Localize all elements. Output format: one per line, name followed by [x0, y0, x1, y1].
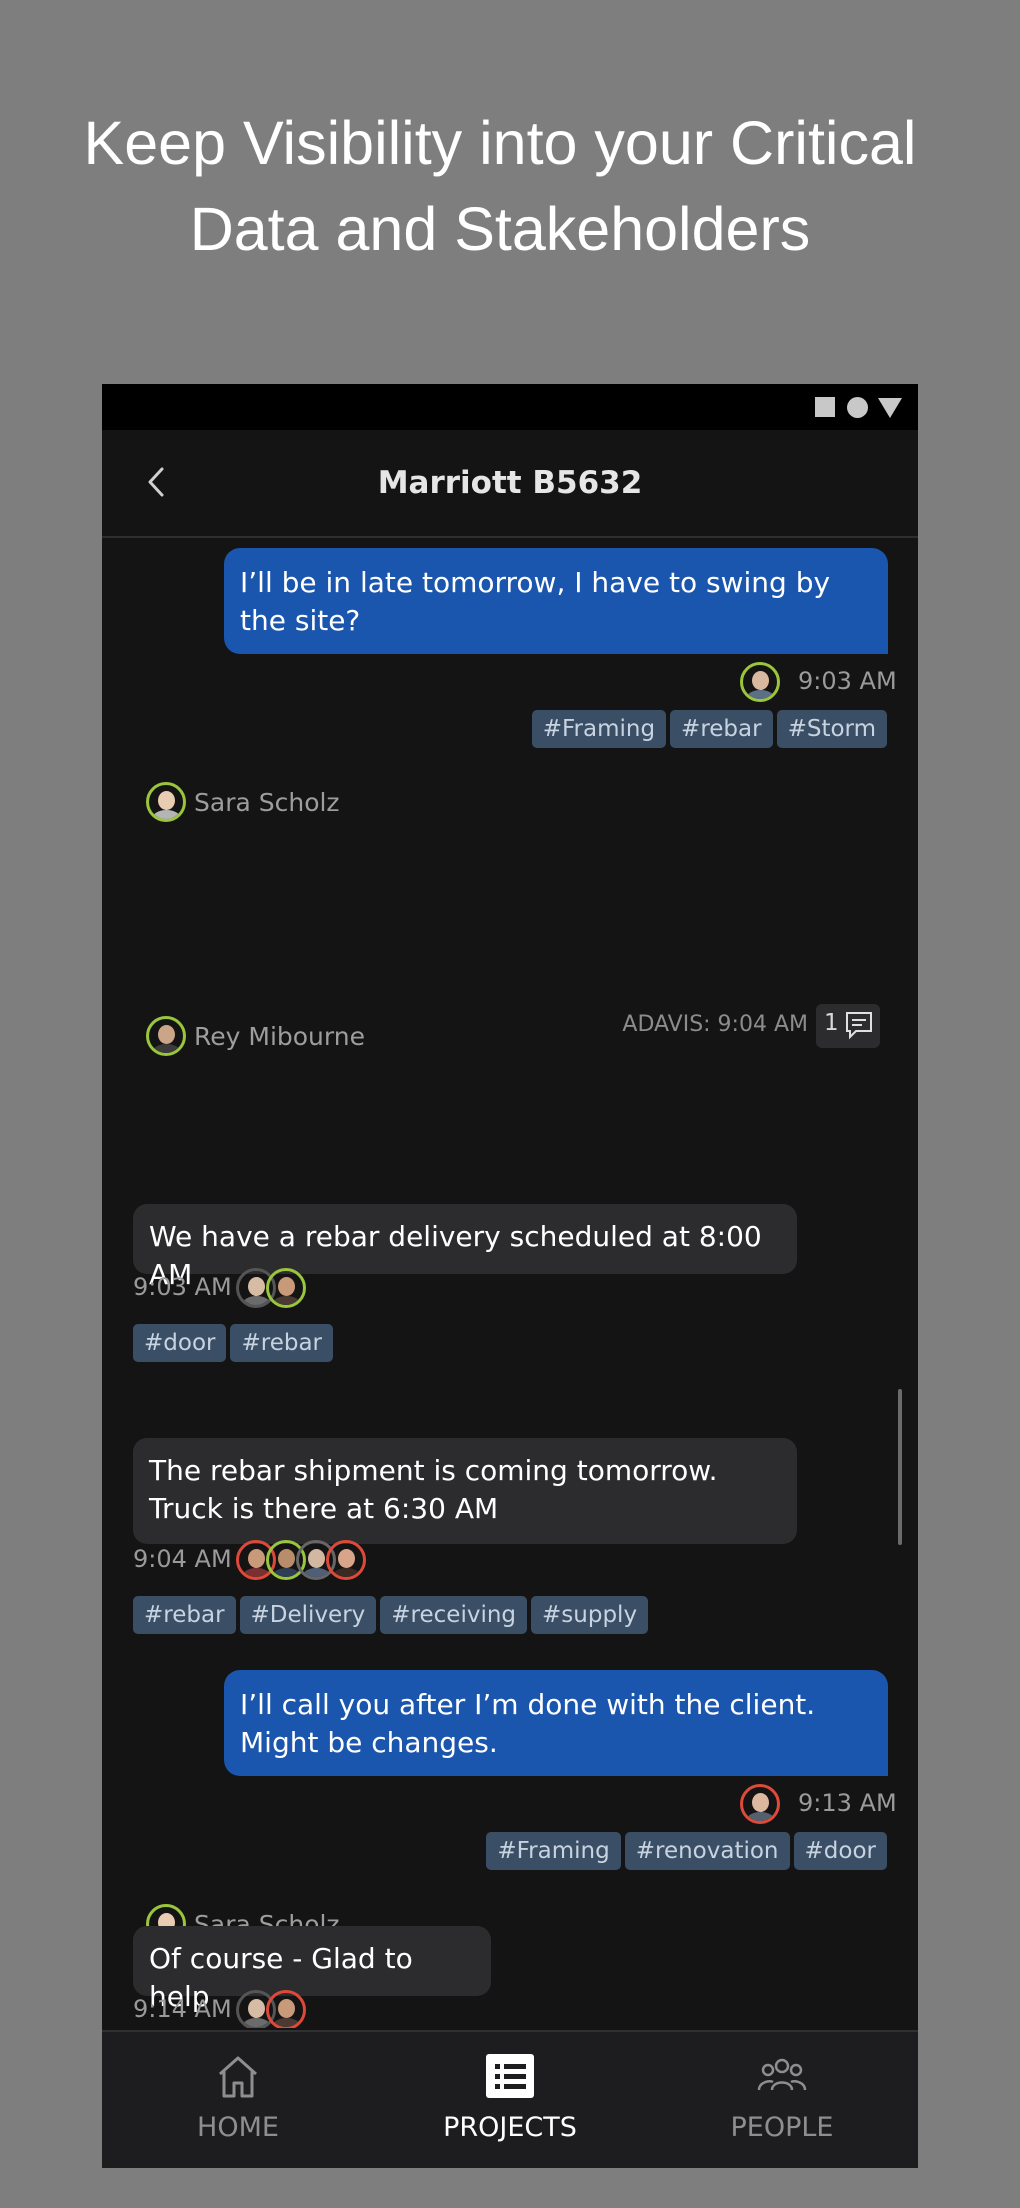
phone-screen: Marriott B5632 I’ll be in late tomorrow,… [102, 384, 918, 2168]
tag-chip[interactable]: #renovation [624, 1832, 790, 1870]
avatar [326, 1540, 366, 1580]
avatar [146, 1016, 186, 1056]
comment-icon [846, 1012, 872, 1040]
avatar [740, 1784, 780, 1824]
tag-list: #Framing #renovation #door [486, 1832, 887, 1870]
avatar [266, 1268, 306, 1308]
promo-headline: Keep Visibility into your Critical Data … [0, 100, 1000, 272]
app-bar: Marriott B5632 [102, 430, 918, 538]
scrollbar-thumb[interactable] [898, 1389, 902, 1545]
nav-projects-label: PROJECTS [443, 2112, 577, 2143]
incoming-message-bubble[interactable]: The rebar shipment is coming tomorrow. T… [133, 1438, 797, 1544]
sender-name: Sara Scholz [194, 787, 340, 817]
read-receipts [236, 1540, 366, 1580]
nav-home[interactable]: HOME [102, 2032, 374, 2168]
message-time: 9:03 AM [798, 667, 897, 695]
message-time: 9:04 AM [133, 1545, 232, 1573]
tag-chip[interactable]: #Framing [486, 1832, 621, 1870]
nav-home-label: HOME [197, 2112, 279, 2143]
tag-chip[interactable]: #supply [531, 1596, 649, 1634]
home-circle-icon [847, 397, 868, 418]
tag-chip[interactable]: #rebar [230, 1324, 334, 1362]
home-icon [219, 2056, 257, 2098]
incoming-message-bubble[interactable]: We have a rebar delivery scheduled at 8:… [133, 1204, 797, 1291]
page-title: Marriott B5632 [377, 465, 643, 501]
promo-headline-line2: Data and Stakeholders [189, 195, 811, 263]
read-receipts [740, 662, 780, 702]
tag-chip[interactable]: #door [133, 1324, 227, 1362]
nav-projects[interactable]: PROJECTS [374, 2032, 646, 2168]
avatar [146, 782, 186, 822]
message-sender: Rey Mibourne [146, 1016, 365, 1056]
message-text: The rebar shipment is coming tomorrow. T… [149, 1454, 718, 1525]
outgoing-message-bubble[interactable]: I’ll be in late tomorrow, I have to swin… [224, 548, 888, 654]
thread-reply-info: ADAVIS: 9:04 AM [622, 1012, 808, 1037]
list-icon [486, 2054, 534, 2098]
recents-square-icon [815, 397, 835, 417]
tag-chip[interactable]: #Delivery [239, 1596, 377, 1634]
read-receipts [236, 1990, 306, 2028]
back-triangle-icon [878, 398, 902, 418]
message-time: 9:14 AM [133, 1995, 232, 2023]
sender-name: Rey Mibourne [194, 1021, 365, 1051]
tag-chip[interactable]: #rebar [670, 710, 773, 748]
thread-reply-button[interactable]: 1 [816, 1004, 880, 1048]
people-icon [757, 2058, 807, 2091]
read-receipts [740, 1784, 780, 1824]
message-text: I’ll be in late tomorrow, I have to swin… [240, 566, 831, 637]
system-status-bar [102, 384, 918, 430]
incoming-message-bubble[interactable]: Of course - Glad to help [133, 1926, 491, 2013]
avatar [266, 1990, 306, 2028]
avatar [740, 662, 780, 702]
tag-chip[interactable]: #receiving [380, 1596, 528, 1634]
outgoing-message-bubble[interactable]: I’ll call you after I’m done with the cl… [224, 1670, 888, 1776]
tag-chip[interactable]: #door [793, 1832, 887, 1870]
nav-people[interactable]: PEOPLE [646, 2032, 918, 2168]
bottom-navigation: HOME PROJECTS PEOPLE [102, 2030, 918, 2168]
message-sender: Sara Scholz [146, 782, 340, 822]
tag-list: #rebar #Delivery #receiving #supply [133, 1596, 649, 1634]
read-receipts [236, 1268, 306, 1308]
thread-count: 1 [824, 1010, 839, 1036]
tag-chip[interactable]: #Storm [776, 710, 887, 748]
message-text: I’ll call you after I’m done with the cl… [240, 1688, 816, 1759]
tag-chip[interactable]: #rebar [133, 1596, 236, 1634]
message-time: 9:03 AM [133, 1273, 232, 1301]
tag-list: #Framing #rebar #Storm [531, 710, 887, 748]
message-list[interactable]: I’ll be in late tomorrow, I have to swin… [102, 538, 918, 2028]
nav-people-label: PEOPLE [730, 2112, 834, 2143]
tag-list: #door #rebar [133, 1324, 334, 1362]
promo-headline-line1: Keep Visibility into your Critical [83, 109, 917, 177]
message-time: 9:13 AM [798, 1789, 897, 1817]
tag-chip[interactable]: #Framing [531, 710, 667, 748]
